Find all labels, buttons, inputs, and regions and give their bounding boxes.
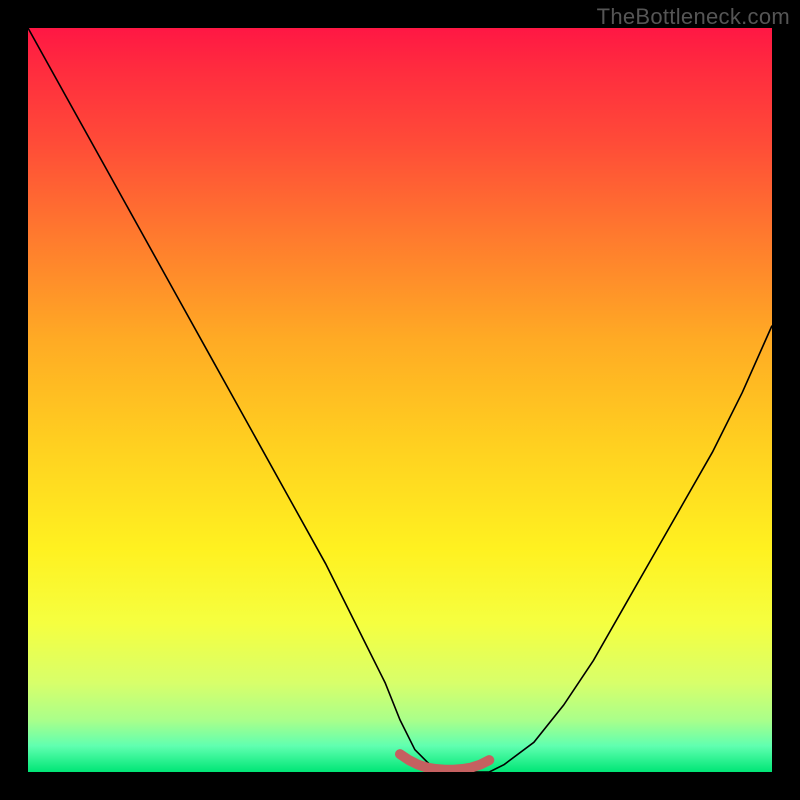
- chart-frame: TheBottleneck.com: [0, 0, 800, 800]
- watermark-text: TheBottleneck.com: [597, 4, 790, 30]
- chart-svg: [28, 28, 772, 772]
- chart-background-gradient: [28, 28, 772, 772]
- chart-plot-area: [28, 28, 772, 772]
